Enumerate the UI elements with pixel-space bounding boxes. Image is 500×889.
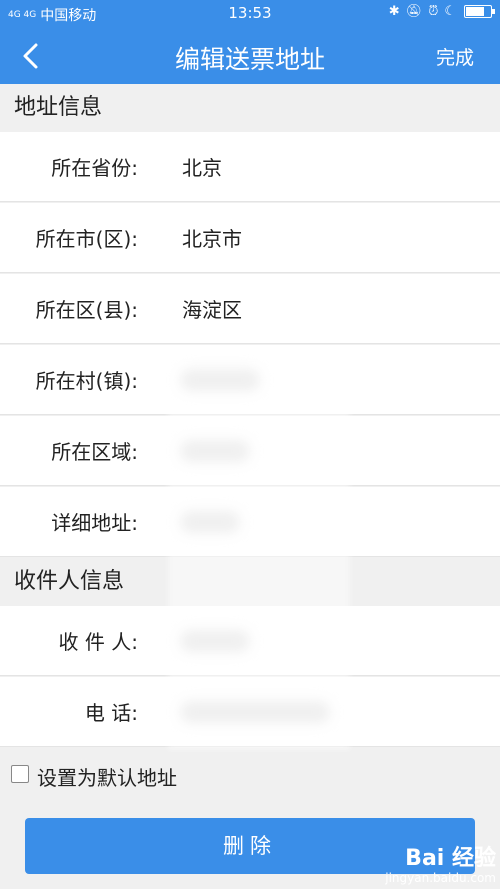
province-row[interactable]: 所在省份: 北京 <box>0 132 500 202</box>
province-value: 北京 <box>182 156 222 180</box>
default-address-row[interactable]: 设置为默认地址 <box>0 752 500 802</box>
moon-icon: ☾ <box>444 4 456 19</box>
district-row[interactable]: 所在区(县): 海淀区 <box>0 274 500 344</box>
default-address-label: 设置为默认地址 <box>37 766 177 790</box>
phone-value-redacted <box>180 701 330 723</box>
alarm-icon: ⏰︎ <box>428 4 439 19</box>
city-value: 北京市 <box>182 227 242 251</box>
recipient-section-title: 收件人信息 <box>0 558 500 606</box>
city-label: 所在市(区): <box>35 227 138 251</box>
battery-fill <box>466 7 484 16</box>
district-label: 所在区(县): <box>35 298 138 322</box>
city-row[interactable]: 所在市(区): 北京市 <box>0 203 500 273</box>
province-label: 所在省份: <box>51 156 138 180</box>
area-row[interactable]: 所在区域: <box>0 416 500 486</box>
done-button[interactable]: 完成 <box>436 43 474 70</box>
area-label: 所在区域: <box>51 440 138 464</box>
town-label: 所在村(镇): <box>35 369 138 393</box>
phone-label: 电 话: <box>84 701 138 725</box>
address-section-title: 地址信息 <box>0 84 500 132</box>
status-bar: 4G 4G 中国移动 13:53 ✱ 🔕︎ ⏰︎ ☾ <box>0 0 500 28</box>
bluetooth-icon: ✱ <box>388 4 400 19</box>
detail-address-row[interactable]: 详细地址: <box>0 487 500 557</box>
detail-address-label: 详细地址: <box>51 511 138 535</box>
baidu-jingyan-watermark: Bai 经验 jingyan.baidu.com <box>385 846 496 886</box>
navigation-bar: 编辑送票地址 完成 <box>0 28 500 84</box>
status-right: ✱ 🔕︎ ⏰︎ ☾ <box>388 4 495 19</box>
recipient-name-value-redacted <box>180 630 250 652</box>
phone-row[interactable]: 电 话: <box>0 677 500 747</box>
watermark-url: jingyan.baidu.com <box>385 871 496 885</box>
battery-icon <box>464 5 495 18</box>
page-title: 编辑送票地址 <box>174 45 325 74</box>
town-value-redacted <box>180 369 260 391</box>
detail-address-value-redacted <box>180 511 240 533</box>
district-value: 海淀区 <box>182 298 242 322</box>
watermark-brand: Bai 经验 <box>405 846 496 871</box>
town-row[interactable]: 所在村(镇): <box>0 345 500 415</box>
default-address-checkbox[interactable] <box>11 765 29 783</box>
recipient-name-label: 收 件 人: <box>58 630 138 654</box>
mute-icon: 🔕︎ <box>405 4 423 19</box>
recipient-name-row[interactable]: 收 件 人: <box>0 606 500 676</box>
area-value-redacted <box>180 440 250 462</box>
